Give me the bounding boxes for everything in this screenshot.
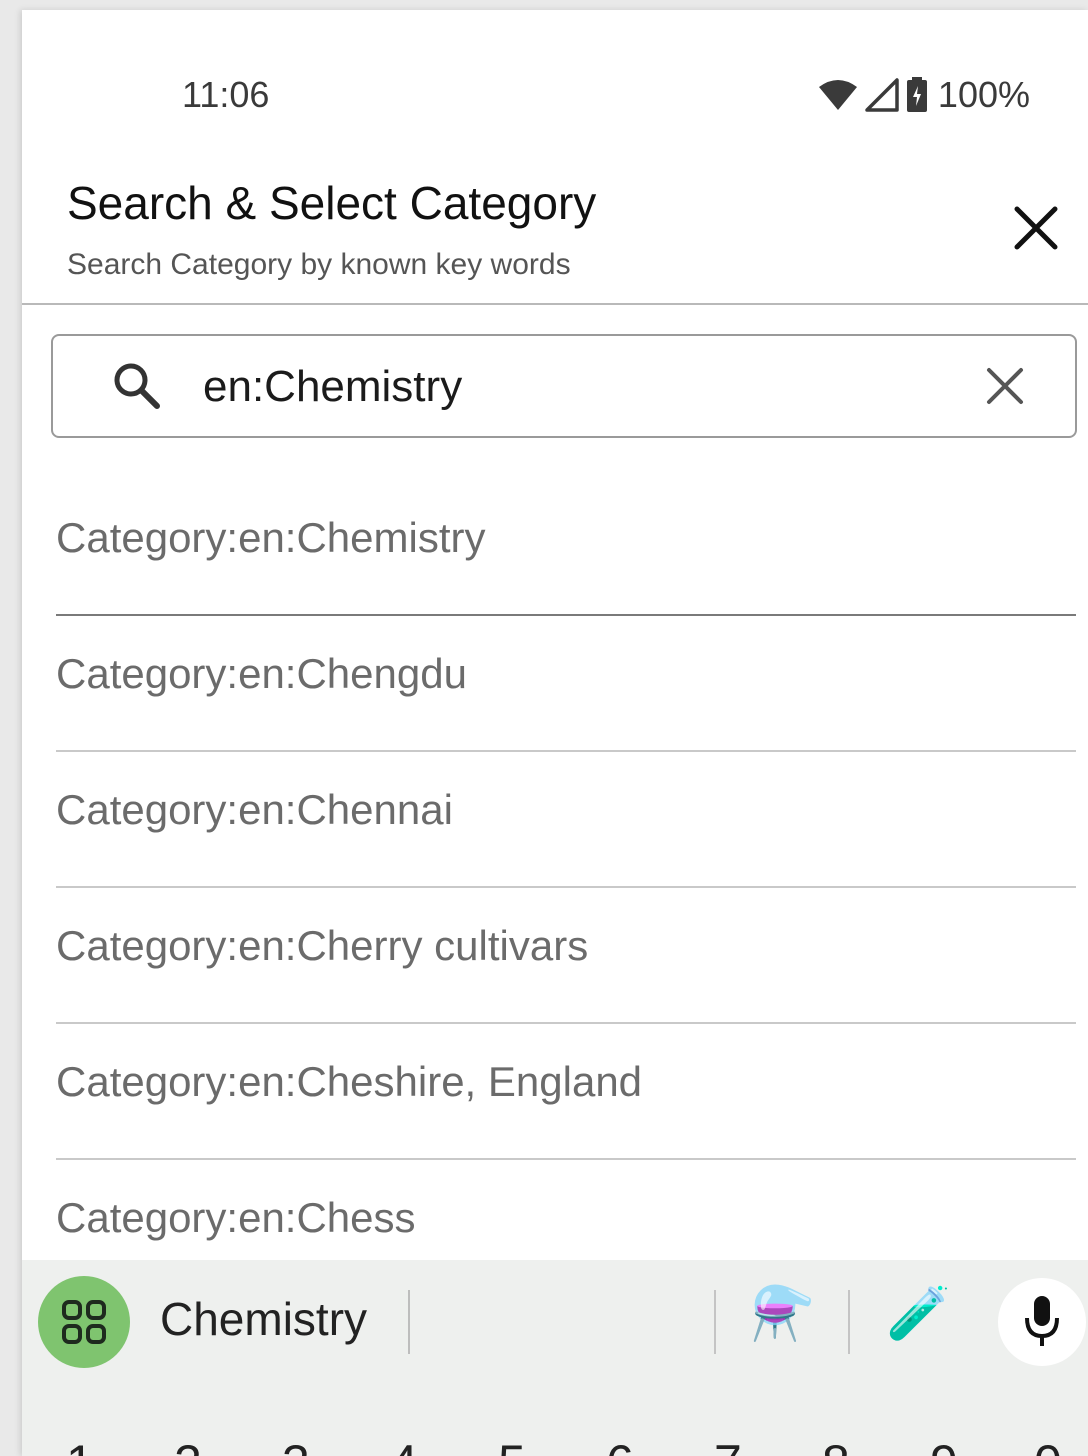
wifi-icon [818,80,857,110]
battery-icon [906,77,927,112]
list-item[interactable]: Category:en:Cherry cultivars [56,888,1076,1024]
keyboard-divider [714,1290,716,1354]
dialog-header: Search & Select Category Search Category… [22,160,1088,305]
app-screen: 11:06 100% Search & Select Category Sear… [22,10,1088,1456]
key-7[interactable]: 7 [714,1438,742,1456]
list-item[interactable]: Category:en:Cheshire, England [56,1024,1076,1160]
battery-percent: 100% [937,74,1030,115]
signal-icon [865,78,899,112]
keyboard-number-row: 1 2 3 4 5 6 7 8 9 0 [22,1438,1088,1456]
key-3[interactable]: 3 [282,1438,310,1456]
keyboard-divider [848,1290,850,1354]
soft-keyboard: Chemistry ⚗️ 🧪 1 2 3 4 5 6 7 8 9 0 [22,1260,1088,1456]
dialog-subtitle: Search Category by known key words [67,248,571,281]
key-4[interactable]: 4 [390,1438,418,1456]
emoji-suggestion-alembic[interactable]: ⚗️ [750,1288,815,1340]
close-button[interactable] [1008,200,1064,256]
list-item[interactable]: Category:en:Chemistry [56,480,1076,616]
microphone-icon [1025,1296,1059,1346]
search-box[interactable] [51,334,1077,438]
emoji-suggestion-test-tube[interactable]: 🧪 [886,1288,951,1340]
dialog-title: Search & Select Category [67,177,597,229]
keyboard-suggestion-divider [408,1290,410,1354]
key-1[interactable]: 1 [66,1438,94,1456]
key-5[interactable]: 5 [498,1438,526,1456]
keyboard-apps-button[interactable] [38,1276,130,1368]
status-bar: 11:06 100% [22,10,1088,150]
status-icons: 100% [818,74,1030,116]
search-input[interactable] [203,352,943,422]
key-0[interactable]: 0 [1034,1438,1062,1456]
key-9[interactable]: 9 [930,1438,958,1456]
apps-grid-icon [62,1300,106,1344]
key-8[interactable]: 8 [822,1438,850,1456]
voice-input-button[interactable] [998,1278,1086,1366]
status-time: 11:06 [182,74,270,115]
key-6[interactable]: 6 [606,1438,634,1456]
clear-icon[interactable] [985,366,1025,406]
list-item[interactable]: Category:en:Chennai [56,752,1076,888]
keyboard-suggestion[interactable]: Chemistry [160,1292,367,1346]
list-item[interactable]: Category:en:Chengdu [56,616,1076,752]
category-results-list: Category:en:Chemistry Category:en:Chengd… [56,480,1076,1296]
close-icon [1014,206,1058,250]
key-2[interactable]: 2 [174,1438,202,1456]
search-icon [114,363,160,409]
